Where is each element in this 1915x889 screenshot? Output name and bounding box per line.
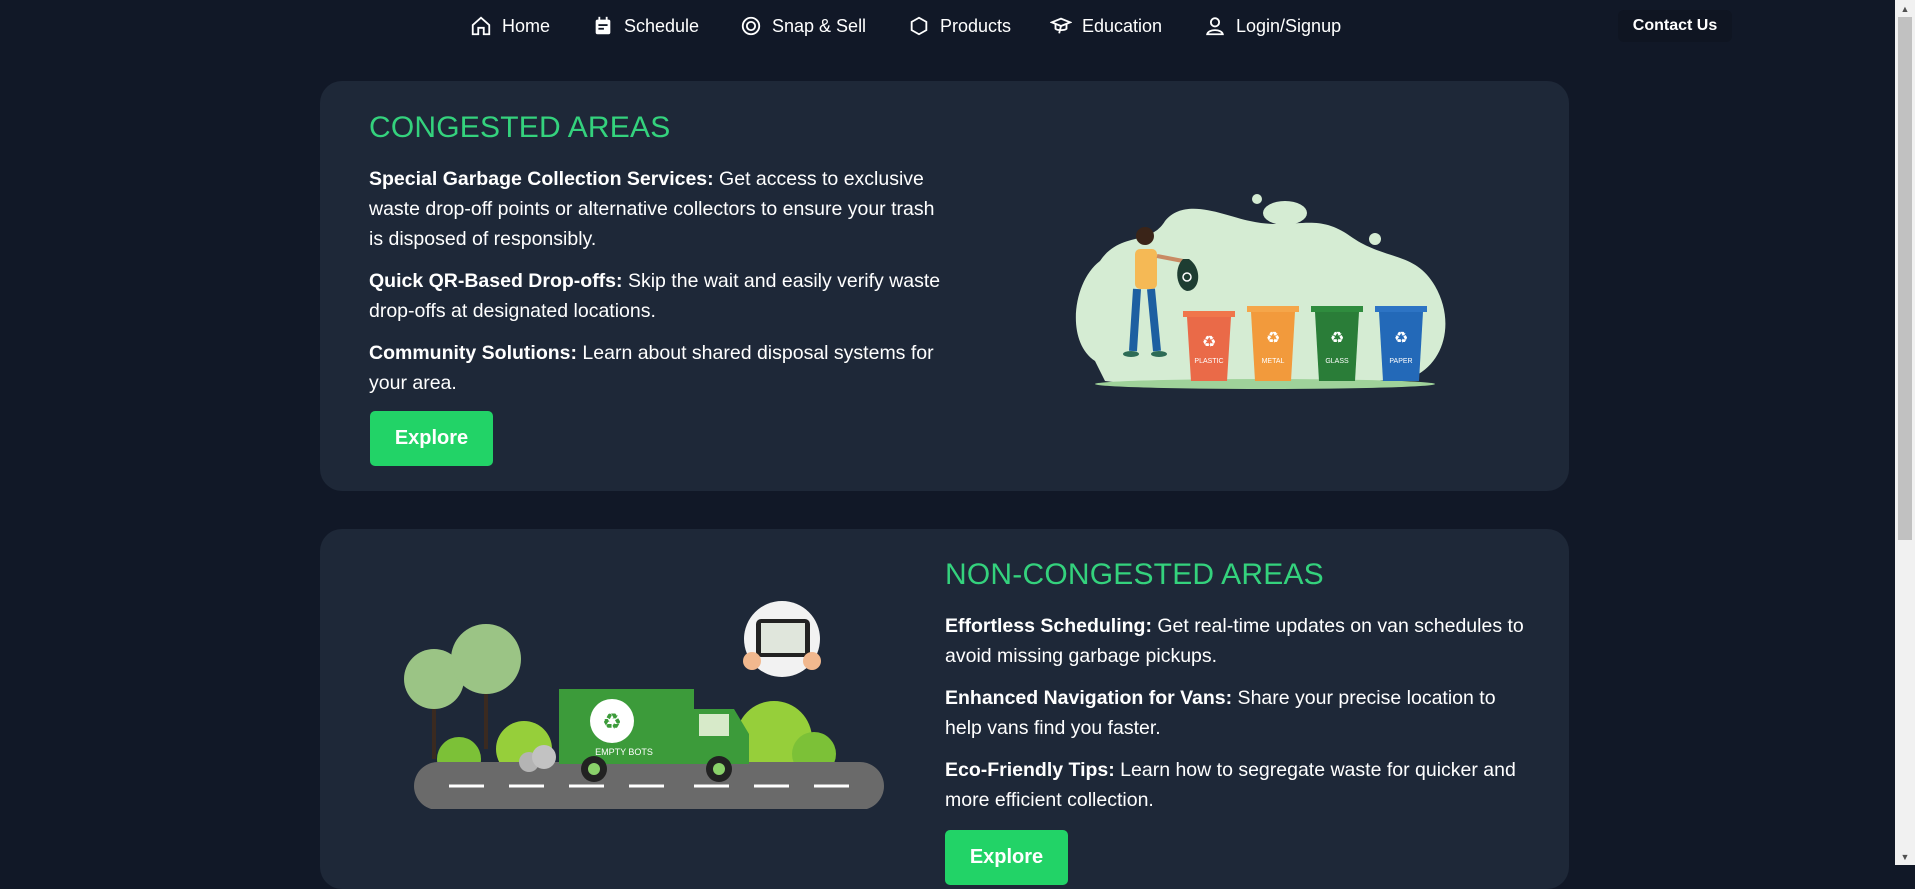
svg-text:♻: ♻: [1394, 328, 1408, 347]
calendar-icon: [595, 16, 611, 35]
contact-us-button[interactable]: Contact Us: [1618, 10, 1732, 42]
nav-home-label: Home: [502, 15, 551, 36]
scrollbar-thumb[interactable]: [1898, 17, 1912, 540]
bin-label-plastic: PLASTIC: [1194, 358, 1223, 365]
non-congested-points: Effortless Scheduling: Get real-time upd…: [945, 611, 1525, 827]
non-congested-point-2: Enhanced Navigation for Vans: Share your…: [945, 687, 1496, 739]
nav-snap-sell-label: Snap & Sell: [772, 15, 867, 36]
truck-label: EMPTY BOTS: [595, 747, 653, 757]
nav-login-signup[interactable]: Login/Signup: [1204, 12, 1341, 40]
congested-point-1: Special Garbage Collection Services: Get…: [369, 168, 935, 250]
top-navbar: Home Schedule Snap & Sell Products Educa…: [0, 0, 1895, 52]
non-congested-title: NON-CONGESTED AREAS: [945, 558, 1324, 591]
bin-label-glass: GLASS: [1325, 358, 1349, 365]
nav-login-signup-label: Login/Signup: [1236, 15, 1342, 36]
congested-areas-card: CONGESTED AREAS Special Garbage Collecti…: [320, 81, 1569, 491]
home-icon: [471, 16, 491, 36]
svg-text:♻: ♻: [1266, 328, 1280, 347]
bin-label-paper: PAPER: [1389, 358, 1412, 365]
nav-home[interactable]: Home: [470, 12, 550, 40]
congested-point-2: Quick QR-Based Drop-offs: Skip the wait …: [369, 270, 941, 322]
user-icon: [1206, 17, 1224, 36]
svg-text:♻: ♻: [602, 710, 622, 735]
nav-education-label: Education: [1082, 15, 1163, 36]
nav-products-label: Products: [940, 15, 1012, 36]
bin-label-metal: METAL: [1262, 358, 1285, 365]
nav-education[interactable]: Education: [1050, 12, 1162, 40]
svg-text:♻: ♻: [1330, 328, 1344, 347]
svg-text:♻: ♻: [1202, 332, 1216, 351]
non-congested-areas-card: NON-CONGESTED AREAS Effortless Schedulin…: [320, 529, 1569, 889]
nav-schedule[interactable]: Schedule: [592, 12, 699, 40]
camera-icon: [741, 16, 761, 36]
garbage-truck-illustration: ♻ EMPTY BOTS: [404, 601, 884, 809]
nav-snap-sell[interactable]: Snap & Sell: [740, 12, 866, 40]
recycling-bins-illustration: PLASTIC ♻ METAL ♻ GLASS ♻ PAPER ♻: [1075, 194, 1446, 389]
scroll-up-arrow-icon[interactable]: ▲: [1895, 0, 1915, 17]
graduation-cap-icon: [1050, 17, 1072, 34]
congested-title: CONGESTED AREAS: [369, 111, 671, 144]
scroll-down-arrow-icon[interactable]: ▼: [1895, 848, 1915, 865]
non-congested-point-3: Eco-Friendly Tips: Learn how to segregat…: [945, 759, 1516, 811]
page-scrollbar[interactable]: ▲ ▼: [1895, 0, 1915, 865]
congested-point-3: Community Solutions: Learn about shared …: [369, 342, 934, 394]
non-congested-explore-button[interactable]: Explore: [945, 830, 1068, 885]
non-congested-point-1: Effortless Scheduling: Get real-time upd…: [945, 615, 1524, 667]
nav-schedule-label: Schedule: [624, 15, 700, 36]
nav-products[interactable]: Products: [908, 12, 1011, 40]
congested-points: Special Garbage Collection Services: Get…: [369, 164, 949, 410]
congested-explore-button[interactable]: Explore: [370, 411, 493, 466]
hexagon-icon: [910, 16, 928, 36]
